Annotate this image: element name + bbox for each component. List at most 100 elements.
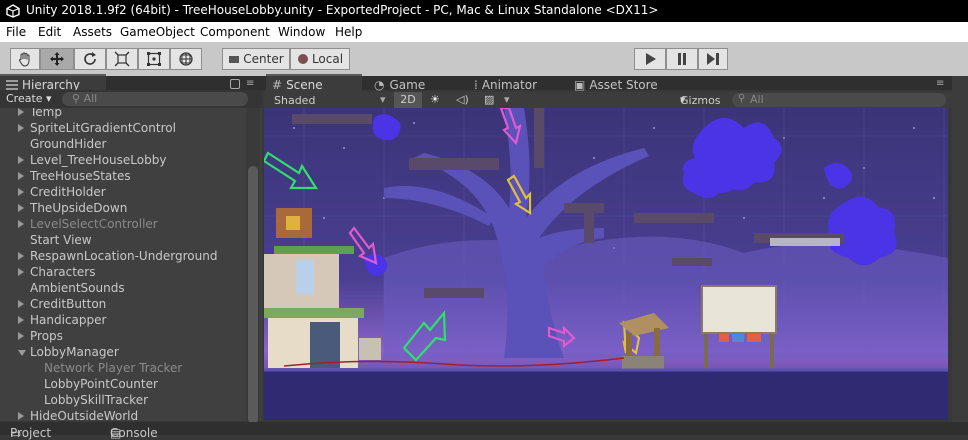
expand-arrow-right-icon[interactable] <box>18 412 24 420</box>
hierarchy-item-label: TreeHouseStates <box>30 169 131 183</box>
local-space-icon <box>297 54 308 64</box>
scene-effects-icon[interactable]: ▨ <box>484 93 494 106</box>
menu-edit[interactable]: Edit <box>38 25 61 39</box>
hierarchy-scroll-thumb[interactable] <box>248 166 258 424</box>
hierarchy-item-label: LobbyPointCounter <box>44 377 158 391</box>
expand-arrow-right-icon[interactable] <box>18 332 24 340</box>
scene-lighting-sun-icon[interactable]: ☀ <box>430 93 440 106</box>
expand-arrow-down-icon[interactable] <box>18 350 26 356</box>
tab-asset-store-label: Asset Store <box>589 78 658 92</box>
expand-arrow-right-icon[interactable] <box>18 252 24 260</box>
scene-render <box>264 108 948 420</box>
play-button[interactable] <box>634 48 666 70</box>
expand-arrow-right-icon[interactable] <box>18 172 24 180</box>
transform-tool-button[interactable] <box>170 48 202 70</box>
step-icon <box>707 53 719 65</box>
hierarchy-item-label: Network Player Tracker <box>44 361 183 375</box>
animator-icon: ⁞ <box>474 78 478 92</box>
hierarchy-scrollbar[interactable] <box>246 108 260 424</box>
hierarchy-item-label: HideOutsideWorld <box>30 409 139 421</box>
scale-tool-button[interactable] <box>106 48 138 70</box>
hierarchy-search-input[interactable]: ⚲ All <box>62 92 248 106</box>
hand-icon <box>19 52 30 67</box>
scene-viewport[interactable] <box>264 108 948 420</box>
expand-arrow-right-icon[interactable] <box>18 220 24 228</box>
scene-grid-icon: # <box>272 78 283 92</box>
transform-icon <box>179 52 193 66</box>
panel-menu-icon[interactable]: ≡ <box>246 78 254 89</box>
search-icon: ⚲ <box>72 92 81 105</box>
tab-game-label: Game <box>389 78 426 92</box>
toggle-2d-button[interactable]: 2D <box>394 92 422 108</box>
hierarchy-item-label: LobbySkillTracker <box>44 393 149 407</box>
space-local-toggle[interactable]: Local <box>290 48 350 70</box>
step-button[interactable] <box>698 48 728 70</box>
hierarchy-item-label: LobbyManager <box>30 345 119 359</box>
space-label: Local <box>311 52 344 66</box>
hierarchy-item-label: CreditHolder <box>30 185 106 199</box>
asset-store-bag-icon: ▣ <box>574 78 586 92</box>
expand-arrow-right-icon[interactable] <box>18 124 24 132</box>
unity-logo-icon <box>6 4 20 18</box>
expand-arrow-right-icon[interactable] <box>18 204 24 212</box>
window-title-bar: Unity 2018.1.9f2 (64bit) - TreeHouseLobb… <box>0 0 968 22</box>
pause-icon <box>678 53 686 65</box>
effects-dropdown-arrow-icon: ▾ <box>504 93 510 106</box>
pause-button[interactable] <box>666 48 698 70</box>
pivot-label: Center <box>243 52 284 66</box>
main-toolbar: Center Local <box>0 42 968 77</box>
ground <box>264 370 948 420</box>
expand-arrow-right-icon[interactable] <box>18 268 24 276</box>
menu-assets[interactable]: Assets <box>73 25 112 39</box>
shading-dropdown-arrow-icon: ▾ <box>380 93 386 106</box>
create-dropdown[interactable]: Create ▾ <box>6 92 52 105</box>
expand-arrow-right-icon[interactable] <box>18 108 24 116</box>
pivot-center-toggle[interactable]: Center <box>222 48 290 70</box>
move-arrows-icon <box>50 52 64 66</box>
hierarchy-item-label: LevelSelectController <box>30 217 158 231</box>
expand-arrow-right-icon[interactable] <box>18 300 24 308</box>
scene-panel-menu-icon[interactable]: ≡ <box>936 78 944 89</box>
move-tool-button[interactable] <box>40 48 74 70</box>
tab-scene[interactable]: # Scene <box>266 74 362 94</box>
hierarchy-item-label: CreditButton <box>30 297 107 311</box>
glass-platform <box>770 238 840 246</box>
gizmos-dropdown[interactable]: Gizmos ▾ <box>680 93 721 107</box>
hand-tool-button[interactable] <box>10 48 40 70</box>
hierarchy-item-label: Level_TreeHouseLobby <box>30 153 167 167</box>
menu-help[interactable]: Help <box>335 25 362 39</box>
hierarchy-toolbar: Create ▾ ⚲ All <box>0 90 262 108</box>
hierarchy-item-label: Temp <box>30 108 62 119</box>
hierarchy-item-label: Characters <box>30 265 96 279</box>
pivot-icon <box>229 56 240 63</box>
lock-icon[interactable] <box>230 79 240 89</box>
rect-tool-button[interactable] <box>138 48 170 70</box>
bottom-tab-strip: ▭ Project ▤ Console <box>0 422 968 440</box>
hierarchy-search-placeholder: All <box>83 92 98 105</box>
game-pacman-icon: ◔ <box>374 78 385 92</box>
scale-icon <box>114 51 130 67</box>
play-icon <box>646 53 656 65</box>
scene-audio-icon[interactable]: ◁) <box>456 93 469 106</box>
hierarchy-item-label: RespawnLocation-Underground <box>30 249 218 263</box>
scene-view-toolbar: Shaded ▾ 2D ☀ ◁) ▨ ▾ Gizmos ▾ ⚲ All <box>264 92 952 108</box>
hierarchy-item-label: TheUpsideDown <box>30 201 128 215</box>
hierarchy-item-label: AmbientSounds <box>30 281 125 295</box>
scene-search-input[interactable]: ⚲ All <box>732 93 946 107</box>
expand-arrow-right-icon[interactable] <box>18 188 24 196</box>
hierarchy-list: Temp SpriteLitGradientControl GroundHider L… <box>0 108 246 421</box>
expand-arrow-right-icon[interactable] <box>18 316 24 324</box>
rotate-tool-button[interactable] <box>74 48 106 70</box>
tab-scene-label: Scene <box>286 78 323 92</box>
hierarchy-panel: Create ▾ ⚲ All Temp SpriteLitGradientCont… <box>0 90 262 424</box>
menu-component[interactable]: Component <box>200 25 270 39</box>
hierarchy-item-label: SpriteLitGradientControl <box>30 121 176 135</box>
menu-window[interactable]: Window <box>278 25 325 39</box>
rect-transform-icon <box>147 52 161 66</box>
menu-gameobject[interactable]: GameObject <box>120 25 195 39</box>
menu-file[interactable]: File <box>6 25 26 39</box>
expand-arrow-right-icon[interactable] <box>18 156 24 164</box>
scene-search-placeholder: All <box>750 93 764 106</box>
hierarchy-item-label: Handicapper <box>30 313 107 327</box>
scene-search-icon: ⚲ <box>738 93 746 104</box>
